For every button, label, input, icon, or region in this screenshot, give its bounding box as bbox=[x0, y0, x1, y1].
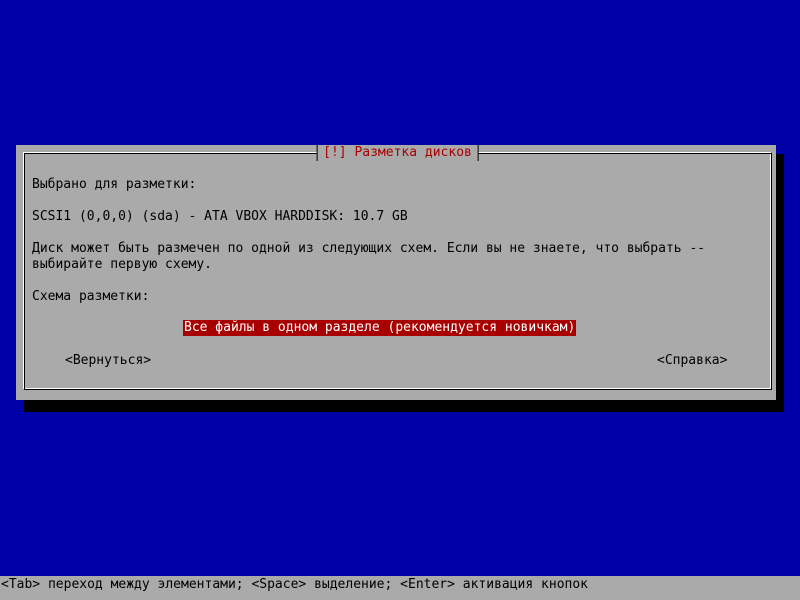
partition-scheme-option-selected[interactable]: Все файлы в одном разделе (рекомендуется… bbox=[183, 320, 577, 336]
description-line-2: выбирайте первую схему. bbox=[32, 257, 213, 272]
partition-dialog: [!] Разметка дисков Выбрано для разметки… bbox=[16, 145, 776, 400]
selected-label: Выбрано для разметки: bbox=[32, 177, 197, 192]
dialog-title: [!] Разметка дисков bbox=[316, 145, 479, 161]
back-button[interactable]: <Вернуться> bbox=[65, 353, 151, 369]
disk-info: SCSI1 (0,0,0) (sda) - ATA VBOX HARDDISK:… bbox=[32, 209, 408, 224]
keyboard-hint-bar: <Tab> переход между элементами; <Space> … bbox=[0, 576, 800, 600]
scheme-label: Схема разметки: bbox=[32, 289, 150, 304]
description-line-1: Диск может быть размечен по одной из сле… bbox=[32, 241, 706, 256]
help-button[interactable]: <Справка> bbox=[657, 353, 727, 369]
